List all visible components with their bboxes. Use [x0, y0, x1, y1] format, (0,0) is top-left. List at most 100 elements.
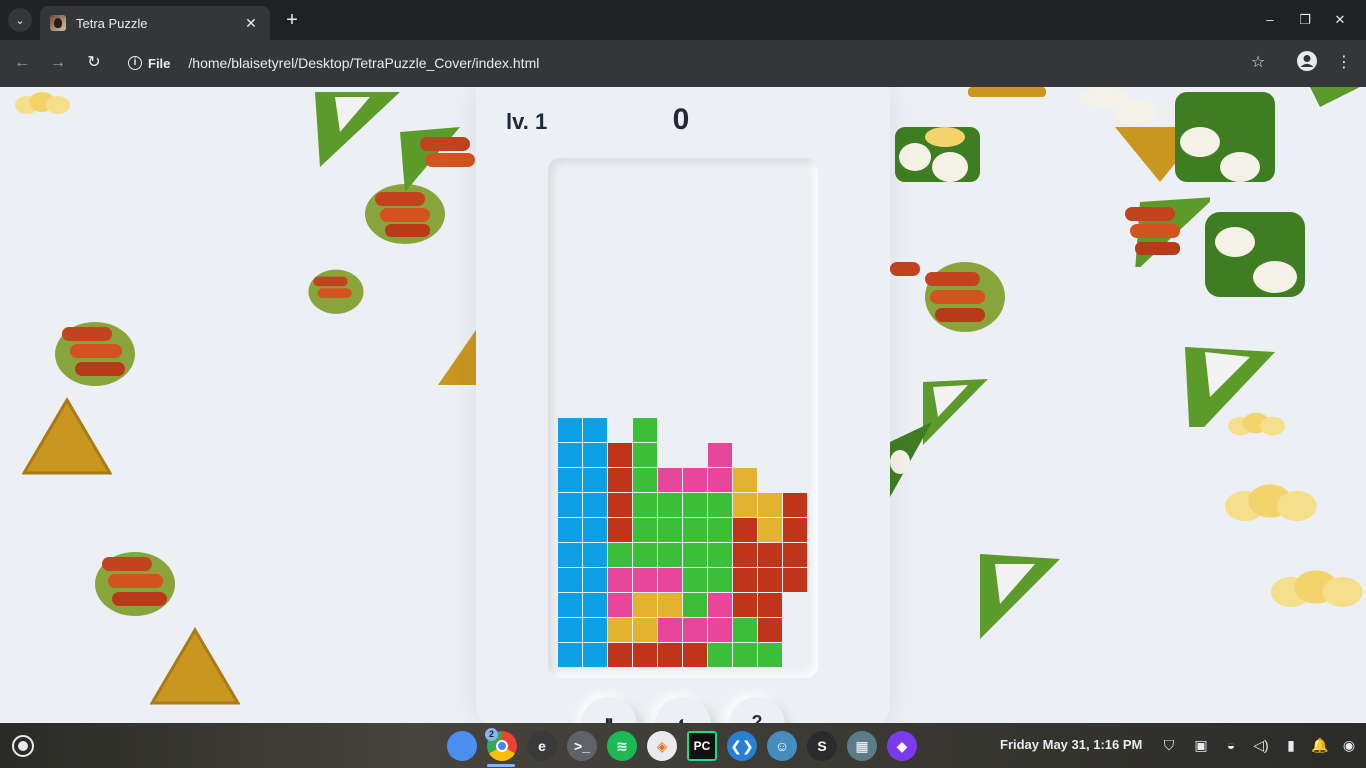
tab-favicon-icon [50, 15, 66, 31]
board-block [683, 518, 707, 542]
terminal-app-icon[interactable]: >_ [567, 731, 597, 761]
tab-tetra-puzzle[interactable]: Tetra Puzzle ✕ [40, 6, 270, 40]
board-block [558, 493, 582, 517]
board-cells [558, 168, 808, 668]
pycharm-app-icon[interactable]: PC [687, 731, 717, 761]
wifi-icon[interactable]: ◒ [1222, 736, 1240, 754]
reload-button[interactable]: ↻ [81, 50, 107, 76]
system-clock[interactable]: Friday May 31, 1:16 PM [1000, 737, 1142, 752]
notifications-icon[interactable]: 🔔 [1311, 736, 1329, 754]
clipboard-icon[interactable]: ▣ [1192, 736, 1210, 754]
board-block [558, 643, 582, 667]
board-block [758, 593, 782, 617]
close-window-button[interactable]: ✕ [1328, 8, 1352, 32]
files-app-icon[interactable] [447, 731, 477, 761]
board-block [658, 493, 682, 517]
folder-icon [449, 733, 475, 759]
board-block [633, 593, 657, 617]
browser-menu-button[interactable]: ⋮ [1331, 50, 1357, 76]
shelf-app-glyph: PC [693, 739, 711, 753]
board-block [583, 643, 607, 667]
info-icon: i [128, 56, 142, 70]
help-button[interactable]: ? [729, 697, 785, 723]
board-block [758, 543, 782, 567]
pause-button[interactable]: ⏸ [581, 697, 637, 723]
battery-icon[interactable]: ▮ [1282, 736, 1300, 754]
obsidian-app-icon[interactable]: ◆ [887, 731, 917, 761]
board-block [608, 518, 632, 542]
board-block [608, 593, 632, 617]
launcher-icon[interactable] [12, 735, 34, 757]
board-block [733, 518, 757, 542]
suman-roll-icon [1205, 212, 1305, 297]
theme-toggle-button[interactable]: ◐ [655, 697, 711, 723]
address-bar[interactable]: i File /home/blaisetyrel/Desktop/TetraPu… [120, 48, 1220, 78]
minimize-button[interactable]: – [1258, 8, 1282, 32]
board-block [708, 593, 732, 617]
rice-leaf-icon [315, 92, 400, 167]
shelf-app-glyph: ≋ [616, 737, 628, 754]
url-text[interactable]: /home/blaisetyrel/Desktop/TetraPuzzle_Co… [188, 55, 539, 71]
board-block [658, 468, 682, 492]
board-block [733, 543, 757, 567]
sugar-triangle-icon [968, 87, 1046, 97]
grilled-skewer-icon [890, 262, 1005, 332]
board-block [733, 468, 757, 492]
shelf-app-glyph: ❮❯ [730, 737, 754, 754]
vpn-shield-icon[interactable]: ⛉ [1160, 736, 1178, 754]
board-block [633, 468, 657, 492]
level-indicator: lv. 1 [506, 109, 548, 134]
vscode-app-icon[interactable]: ❮❯ [727, 731, 757, 761]
account-icon[interactable]: ◉ [1340, 736, 1358, 754]
board-block [783, 543, 807, 567]
board-block [608, 443, 632, 467]
godot-app-icon[interactable]: ☺ [767, 731, 797, 761]
close-tab-icon[interactable]: ✕ [242, 15, 260, 32]
chrome-center-icon [496, 740, 508, 752]
text-editor-app-icon[interactable]: e [527, 731, 557, 761]
board-block [583, 568, 607, 592]
bookmark-star-icon[interactable]: ☆ [1245, 50, 1271, 76]
page-info-button[interactable]: i File [128, 56, 170, 71]
board-block [733, 643, 757, 667]
steam-app-icon[interactable]: S [807, 731, 837, 761]
spotify-app-icon[interactable]: ≋ [607, 731, 637, 761]
cheese-puff-icon [15, 92, 70, 114]
board-block [708, 468, 732, 492]
board-block [633, 643, 657, 667]
cheese-puff-icon [1228, 412, 1285, 436]
board-block [608, 543, 632, 567]
layers-app-icon[interactable]: ◈ [647, 731, 677, 761]
board-block [658, 568, 682, 592]
shelf-app-glyph: e [538, 738, 546, 754]
board-block [558, 593, 582, 617]
board-block [733, 568, 757, 592]
rice-leaf-icon [1310, 87, 1360, 107]
page-viewport: lv. 1 0 ⏸ ◐ ? [0, 87, 1366, 723]
volume-icon[interactable]: ◁) [1252, 736, 1270, 754]
shelf-app-glyph: ◈ [656, 737, 668, 754]
board-block [658, 643, 682, 667]
board-block [583, 543, 607, 567]
video-app-icon[interactable]: ▦ [847, 731, 877, 761]
board-block [658, 518, 682, 542]
back-button[interactable]: ← [9, 50, 35, 76]
tab-search-button[interactable]: ⌄ [8, 8, 32, 32]
page-info-label: File [148, 55, 171, 71]
board-block [683, 618, 707, 642]
shelf-app-glyph: >_ [574, 738, 590, 754]
board-block [708, 543, 732, 567]
new-tab-button[interactable]: + [280, 8, 304, 32]
board-block [708, 493, 732, 517]
board-block [608, 468, 632, 492]
board-block [758, 493, 782, 517]
forward-button[interactable]: → [45, 50, 71, 76]
profile-avatar-icon[interactable] [1294, 50, 1320, 76]
restore-button[interactable]: ❐ [1293, 8, 1317, 32]
board-block [783, 493, 807, 517]
board-block [633, 518, 657, 542]
suman-roll-icon [895, 127, 980, 182]
tetris-board[interactable] [548, 158, 818, 678]
board-block [708, 618, 732, 642]
board-block [633, 418, 657, 442]
